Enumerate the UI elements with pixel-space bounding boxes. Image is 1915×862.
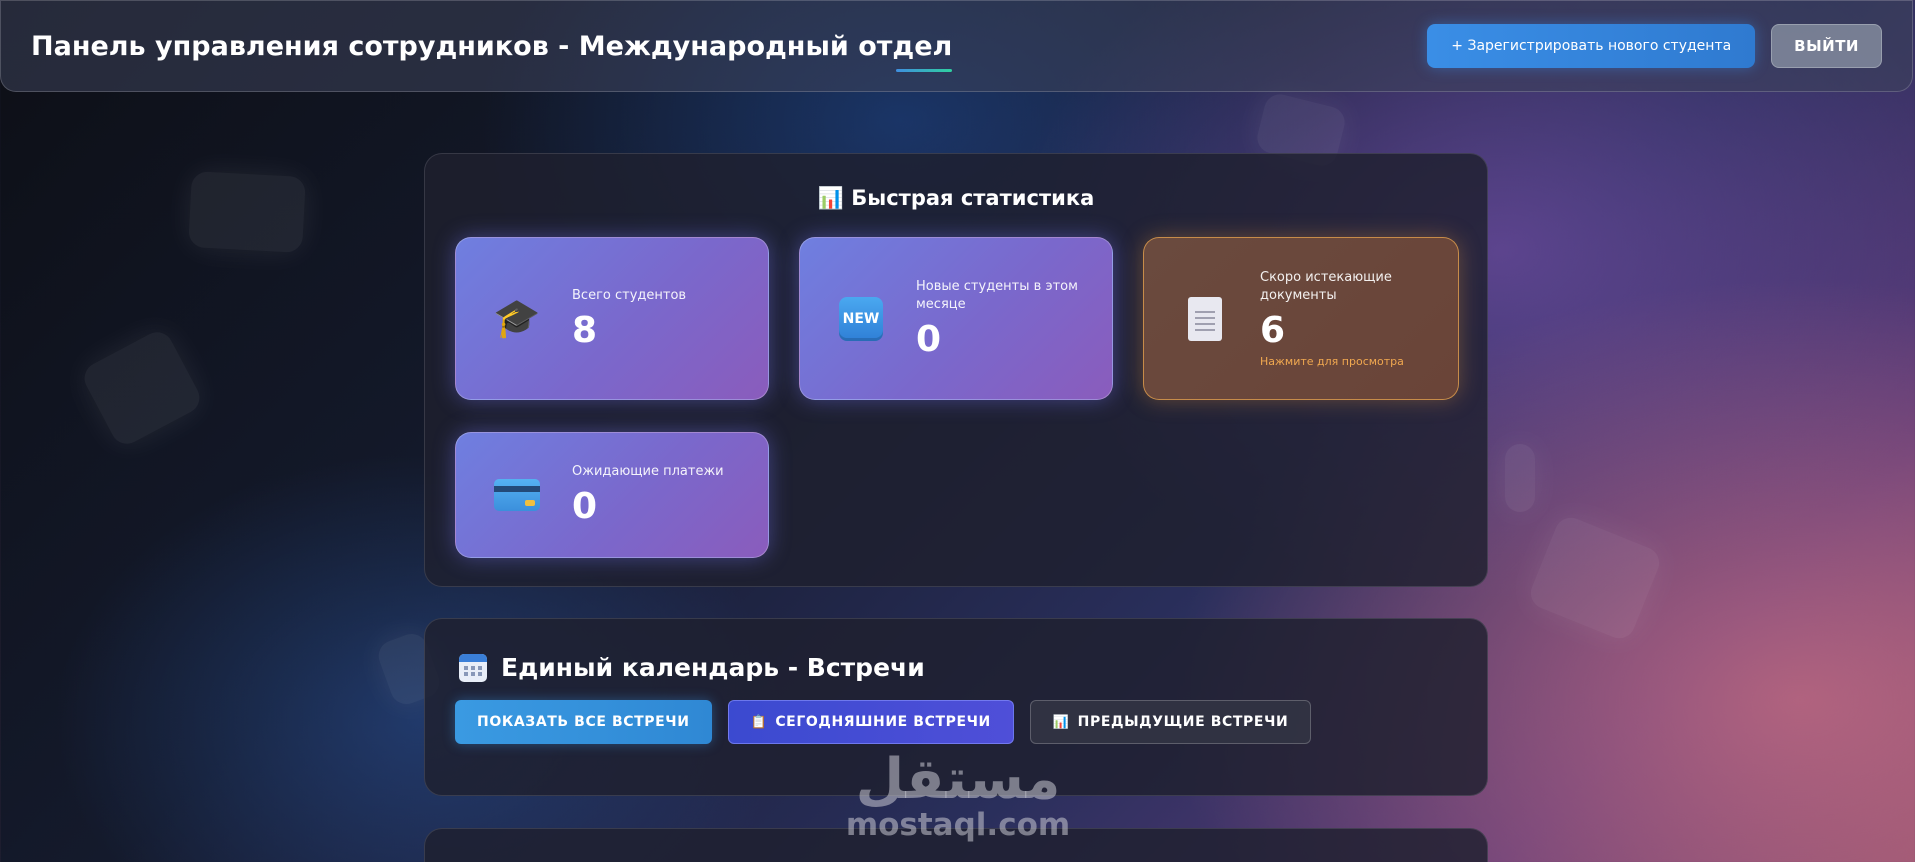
watermark: مستقل mostaql.com — [843, 747, 1073, 843]
clipboard-icon: 📋 — [750, 714, 768, 730]
stat-value: 0 — [572, 486, 598, 527]
graduation-cap-icon: 🎓 — [493, 296, 541, 340]
stat-card-expiring-documents[interactable]: Скоро истекающие документы 6 Нажмите для… — [1143, 237, 1459, 400]
new-badge-icon: NEW — [836, 294, 886, 344]
stat-card-new-students[interactable]: NEW Новые студенты в этом месяце 0 — [799, 237, 1113, 400]
decorative-square — [1505, 444, 1535, 512]
calendar-icon — [459, 653, 487, 682]
calendar-title: Единый календарь - Встречи — [501, 653, 925, 682]
bar-chart-icon: 📊 — [817, 186, 844, 210]
top-header: Панель управления сотрудников - Междунар… — [0, 0, 1913, 92]
stat-label: Всего студентов — [572, 287, 687, 303]
page-title: Панель управления сотрудников - Междунар… — [31, 30, 953, 72]
calendar-heading: Единый календарь - Встречи — [459, 653, 925, 682]
previous-meetings-button[interactable]: 📊 ПРЕДЫДУЩИЕ ВСТРЕЧИ — [1029, 700, 1312, 744]
document-icon — [1180, 294, 1230, 344]
stat-card-total-students[interactable]: 🎓 Всего студентов 8 — [455, 237, 769, 400]
logout-button[interactable]: ВЫЙТИ — [1771, 24, 1882, 68]
stat-label: Скоро истекающие документы — [1260, 270, 1392, 303]
decorative-square — [78, 326, 206, 450]
decorative-square — [1526, 512, 1664, 644]
today-meetings-button[interactable]: 📋 СЕГОДНЯШНИЕ ВСТРЕЧИ — [727, 700, 1014, 744]
bar-chart-icon: 📊 — [1052, 714, 1070, 730]
quick-stats-panel: 📊 Быстрая статистика 🎓 Всего студентов 8… — [424, 153, 1488, 587]
watermark-latin: mostaql.com — [845, 807, 1071, 843]
header-actions: + Зарегистрировать нового студента ВЫЙТИ — [1427, 24, 1882, 68]
decorative-square — [188, 171, 306, 253]
stat-label: Ожидающие платежи — [572, 464, 724, 479]
stat-value: 6 — [1260, 310, 1286, 351]
stat-label: Новые студенты в этом месяце — [916, 278, 1078, 312]
register-student-button[interactable]: + Зарегистрировать нового студента — [1427, 24, 1756, 68]
quick-stats-heading: 📊 Быстрая статистика — [425, 186, 1487, 211]
watermark-arabic: مستقل — [855, 747, 1061, 812]
show-all-meetings-button[interactable]: ПОКАЗАТЬ ВСЕ ВСТРЕЧИ — [455, 700, 712, 744]
view-documents-hint[interactable]: Нажмите для просмотра — [1260, 355, 1450, 368]
stat-card-pending-payments[interactable]: Ожидающие платежи 0 — [455, 432, 769, 558]
credit-card-icon — [492, 470, 542, 520]
stat-value: 8 — [572, 309, 598, 351]
quick-stats-title: Быстрая статистика — [851, 186, 1095, 210]
calendar-filter-buttons: ПОКАЗАТЬ ВСЕ ВСТРЕЧИ 📋 СЕГОДНЯШНИЕ ВСТРЕ… — [455, 700, 1312, 744]
stat-value: 0 — [916, 318, 942, 360]
